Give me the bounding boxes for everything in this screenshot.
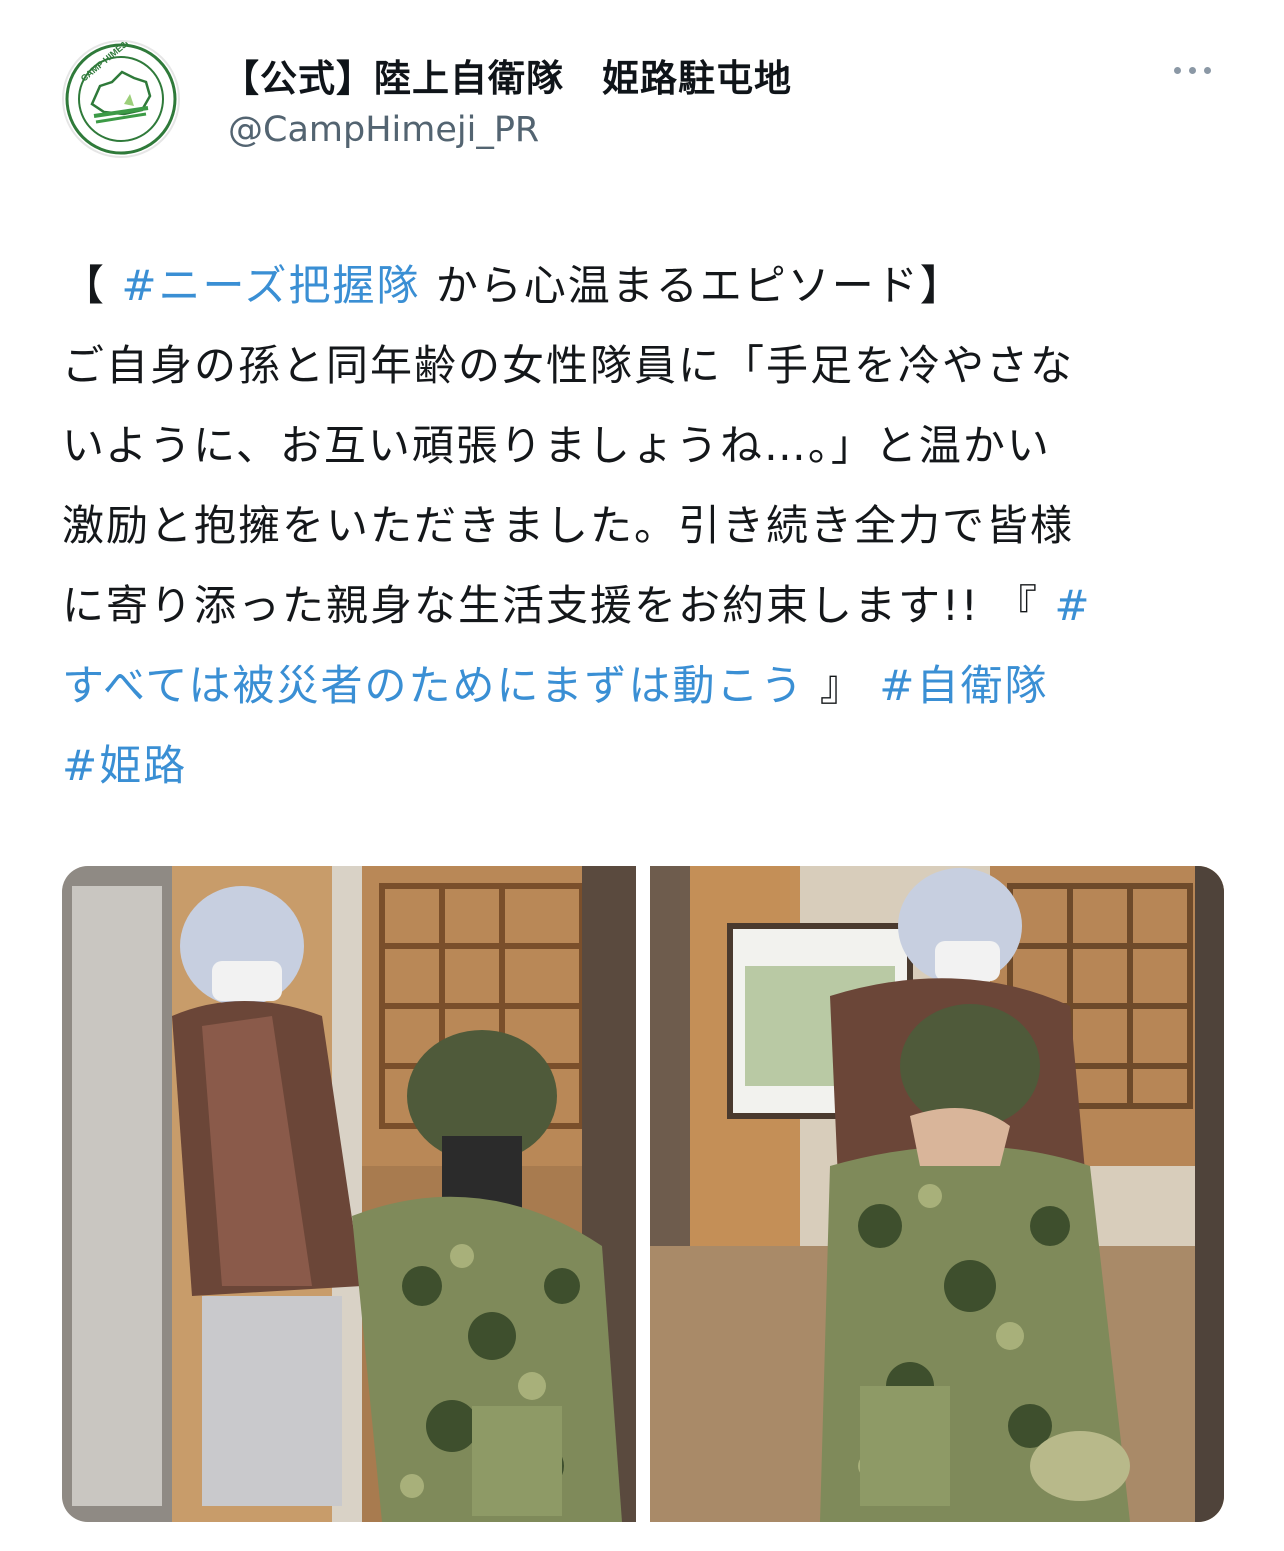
hashtag-link[interactable]: #ニーズ把握隊 — [121, 261, 420, 310]
hashtag-link[interactable]: #自衛隊 — [879, 661, 1048, 710]
photo-hug[interactable] — [650, 866, 1224, 1522]
tweet-line: いように、お互い頑張りましょうね…。」と温かい — [62, 406, 1232, 486]
author-handle[interactable]: @CampHimeji_PR — [228, 110, 539, 150]
hashtag-link[interactable]: # — [1054, 581, 1091, 630]
tweet-text-segment: 【 — [62, 261, 122, 310]
media-grid — [62, 866, 1224, 1522]
camp-himeji-emblem-icon: CAMP HIMEJI — [65, 42, 177, 155]
tweet-header: CAMP HIMEJI 【公式】陸上自衛隊 姫路駐屯地 @CampHimeji_… — [62, 40, 1222, 170]
more-horizontal-icon — [1170, 66, 1215, 74]
tweet-line: に寄り添った親身な生活支援をお約束します!! 『 # — [62, 566, 1232, 646]
photo-hug-image — [650, 866, 1224, 1522]
tweet-text-segment: 激励と抱擁をいただきました。引き続き全力で皆様 — [62, 501, 1075, 550]
tweet-text-segment: いように、お互い頑張りましょうね…。」と温かい — [62, 421, 1051, 470]
photo-handshake-image — [62, 866, 636, 1522]
tweet-line: #姫路 — [62, 726, 1232, 806]
hashtag-link[interactable]: すべては被災者のためにまずは動こう — [62, 661, 805, 710]
tweet-text-segment: ご自身の孫と同年齢の女性隊員に「手足を冷やさな — [62, 341, 1075, 390]
tweet-text-segment: に寄り添った親身な生活支援をお約束します!! 『 — [62, 581, 1055, 630]
photo-handshake[interactable] — [62, 866, 636, 1522]
tweet-line: ご自身の孫と同年齢の女性隊員に「手足を冷やさな — [62, 326, 1232, 406]
author-display-name[interactable]: 【公式】陸上自衛隊 姫路駐屯地 — [222, 48, 792, 102]
tweet-line: すべては被災者のためにまずは動こう 』 #自衛隊 — [62, 646, 1232, 726]
tweet-text-segment: から心温まるエピソード】 — [420, 261, 964, 310]
avatar[interactable]: CAMP HIMEJI — [62, 40, 180, 158]
more-options-button[interactable] — [1162, 52, 1222, 88]
tweet-line: 激励と抱擁をいただきました。引き続き全力で皆様 — [62, 486, 1232, 566]
tweet-text-segment: 』 — [804, 661, 880, 710]
hashtag-link[interactable]: #姫路 — [62, 741, 187, 790]
tweet-line: 【 #ニーズ把握隊 から心温まるエピソード】 — [62, 246, 1232, 326]
tweet-text: 【 #ニーズ把握隊 から心温まるエピソード】ご自身の孫と同年齢の女性隊員に「手足… — [62, 246, 1232, 806]
